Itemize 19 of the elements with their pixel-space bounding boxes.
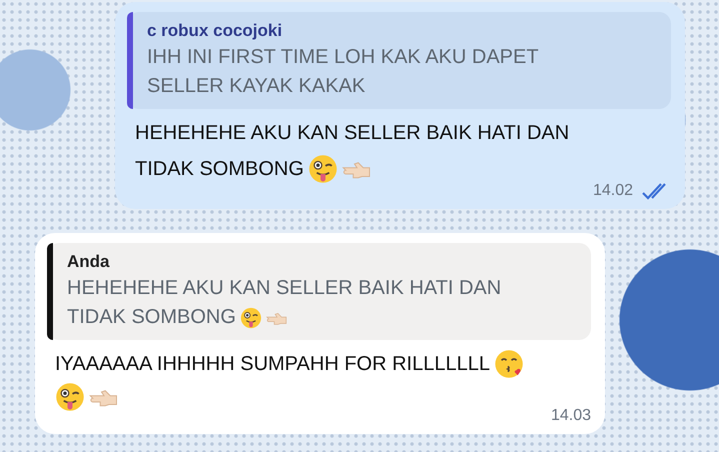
message-text: IYAAAAAA IHHHHH SUMPAHH FOR RILLLLLLL — [55, 352, 490, 377]
quote-author: c robux cocojoki — [147, 21, 282, 40]
message-text: HEHEHEHE AKU KAN SELLER BAIK HATI DAN — [135, 121, 570, 146]
winking-face-icon — [240, 306, 262, 328]
quote-text: TIDAK SOMBONG — [67, 305, 236, 330]
message-text: TIDAK SOMBONG — [135, 157, 304, 182]
quote-text: SELLER KAYAK KAKAK — [147, 74, 366, 99]
message-bubble[interactable]: c robux cocojoki IHH INI FIRST TIME LOH KAK AKU DAPET SELLER KAYAK KAKAK HEHEHEHE AKU KAN SELLER BAIK HATI DAN TIDAK SOMBONG 14.02 — [115, 2, 685, 209]
message-bubble[interactable]: Anda HEHEHEHE AKU KAN SELLER BAIK HATI DAN TIDAK SOMBONG IYAAAAAA IHHHHH SUMPAHH FOR RILLLLLLL 14.03 — [35, 233, 605, 434]
reply-quote[interactable]: c robux cocojoki IHH INI FIRST TIME LOH KAK AKU DAPET SELLER KAYAK KAKAK — [127, 12, 671, 109]
message-time: 14.02 — [592, 181, 633, 201]
reply-quote[interactable]: Anda HEHEHEHE AKU KAN SELLER BAIK HATI DAN TIDAK SOMBONG — [47, 243, 591, 340]
quote-text: IHH INI FIRST TIME LOH KAK AKU DAPET — [147, 45, 539, 70]
winking-face-icon — [308, 154, 338, 184]
message-time: 14.03 — [550, 406, 591, 426]
kissing-face-icon — [494, 349, 524, 379]
winking-face-icon — [55, 382, 85, 412]
quote-author: Anda — [67, 252, 110, 271]
quote-text: HEHEHEHE AKU KAN SELLER BAIK HATI DAN — [67, 276, 502, 301]
